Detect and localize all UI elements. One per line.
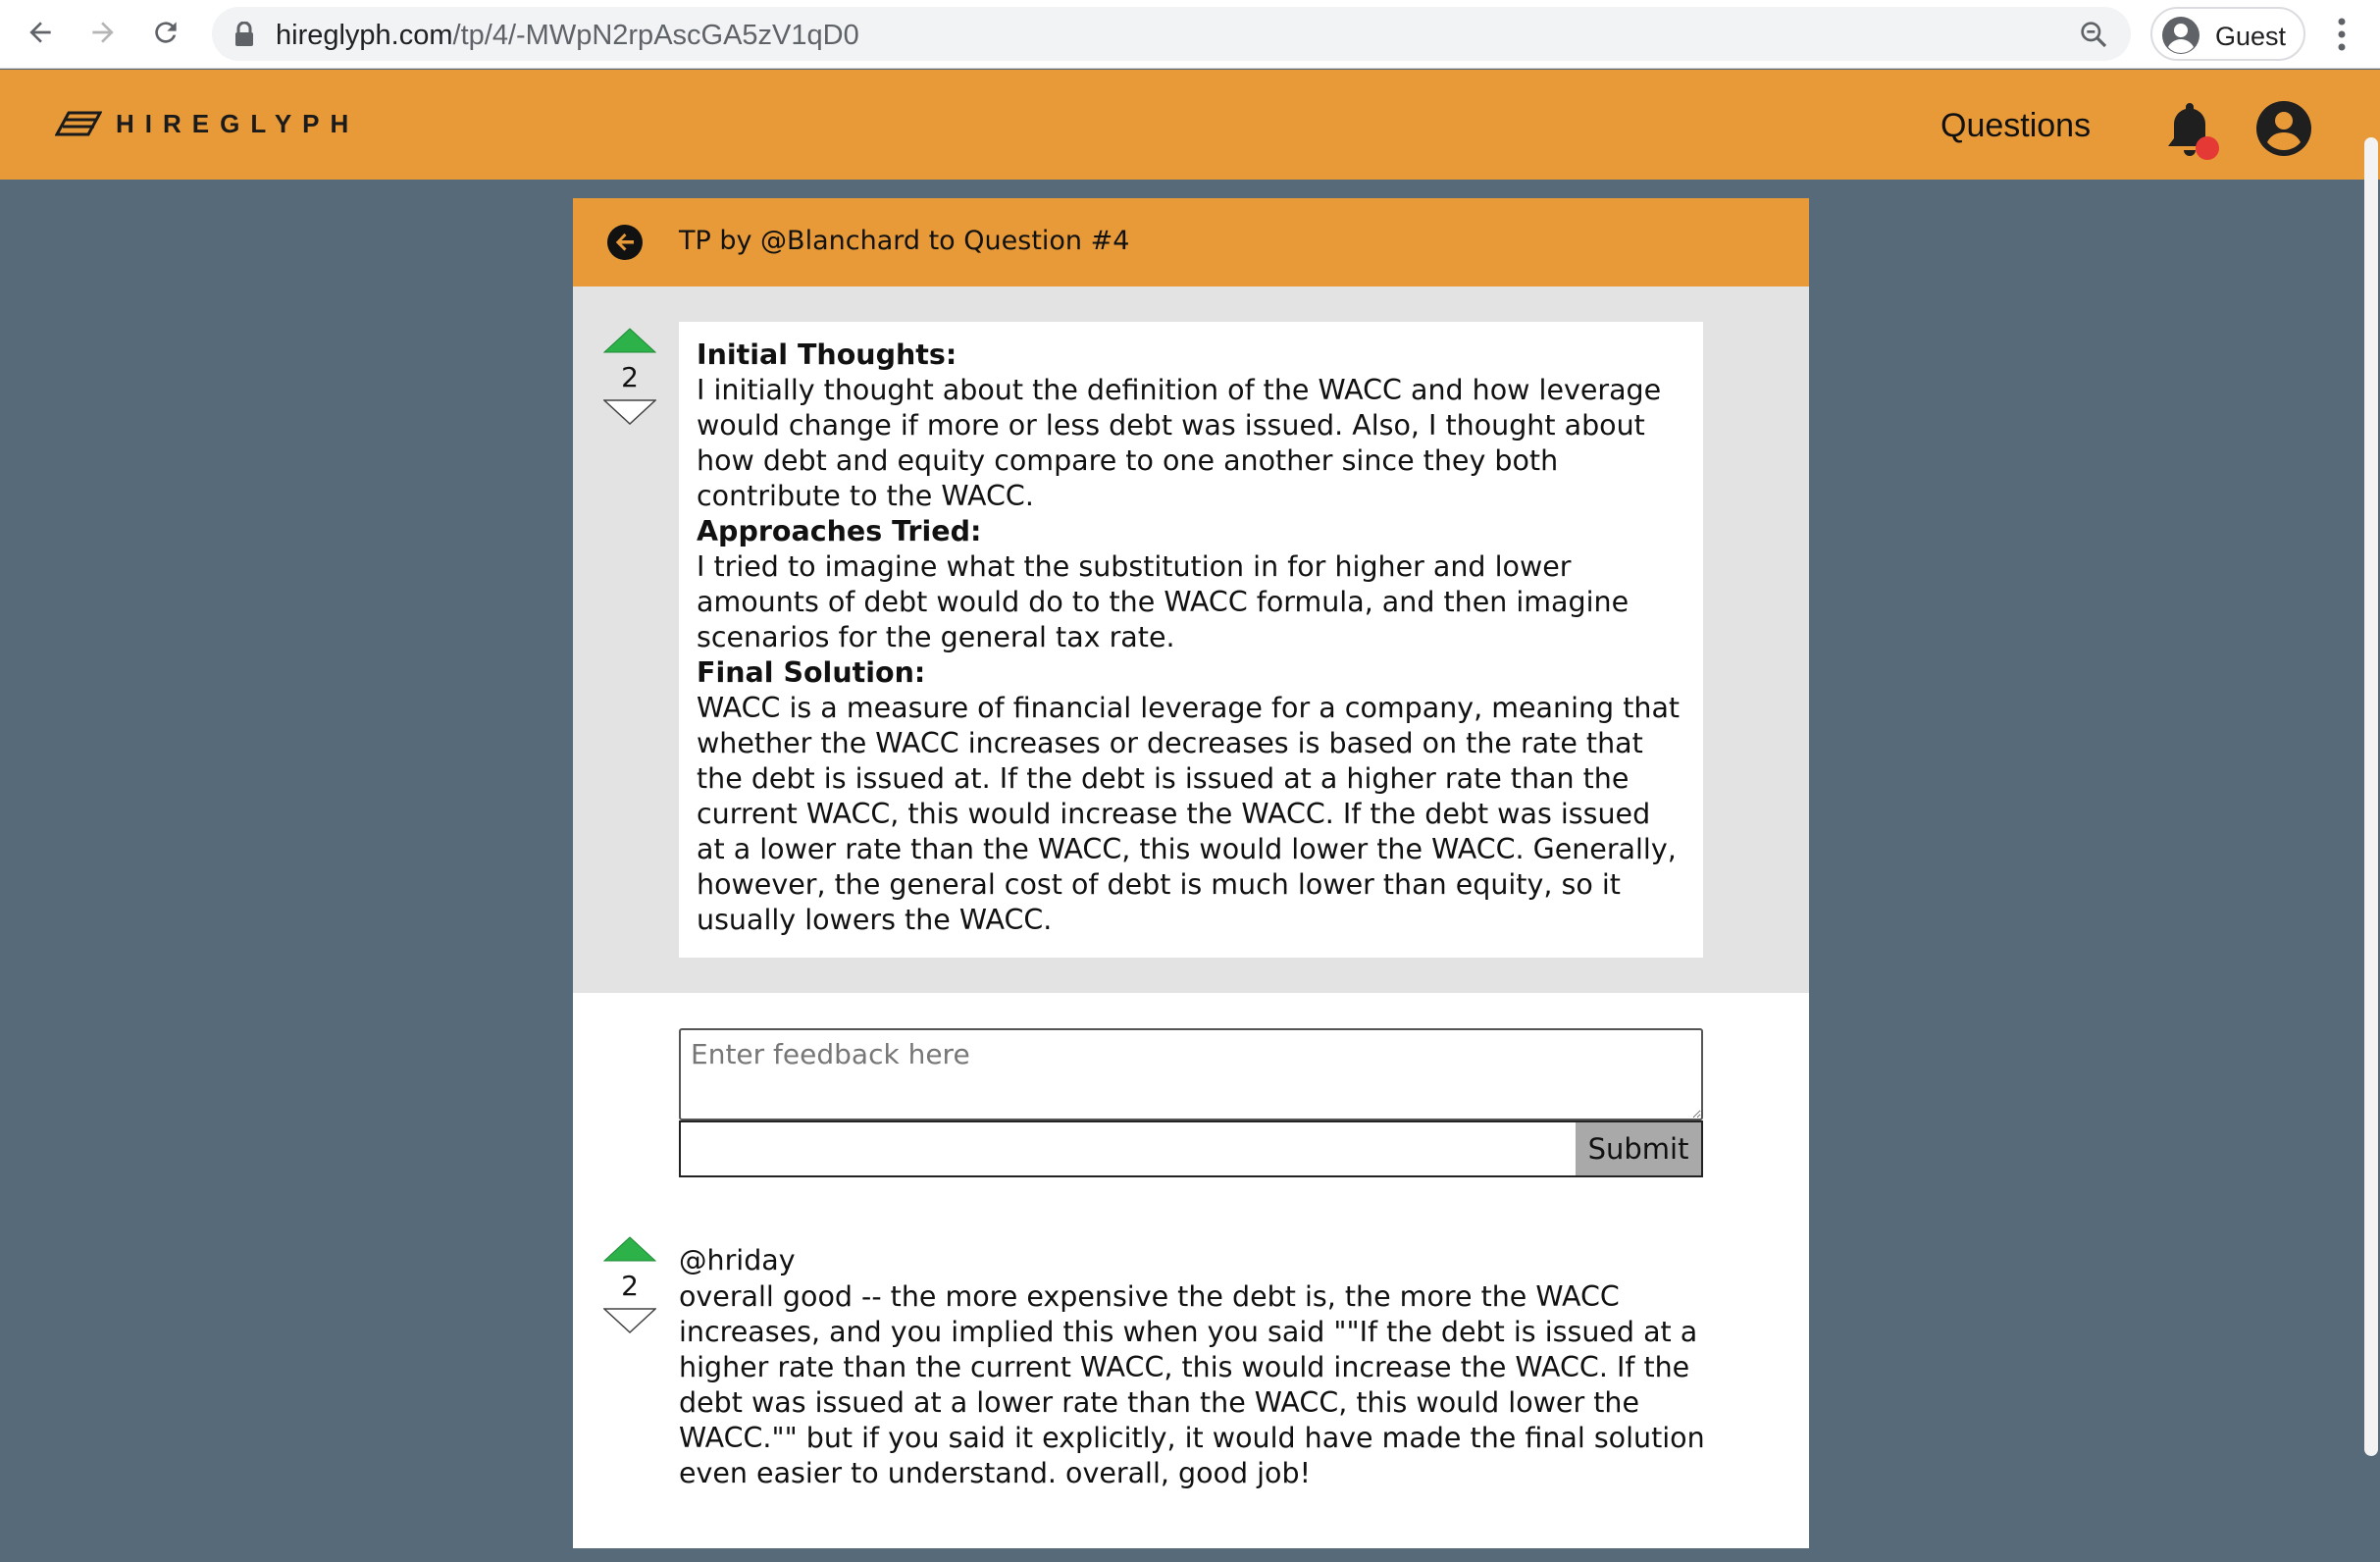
section-heading-approaches-tried: Approaches Tried:: [697, 515, 982, 547]
url-text: hireglyph.com/tp/4/-MWpN2rpAscGA5zV1qD0: [276, 20, 859, 52]
downvote-triangle-icon[interactable]: [603, 1308, 656, 1333]
upvote-triangle-icon[interactable]: [603, 328, 656, 353]
zoom-icon[interactable]: [2078, 19, 2109, 50]
account-circle-icon: [2162, 17, 2199, 54]
back-arrow-circle-icon[interactable]: [606, 224, 644, 261]
browser-back-button[interactable]: [18, 10, 63, 55]
browser-reload-button[interactable]: [143, 10, 188, 55]
tp-card: TP by @Blanchard to Question #4 2 Initia…: [573, 198, 1809, 1548]
comment-author: @hriday: [679, 1244, 796, 1276]
address-bar[interactable]: hireglyph.com/tp/4/-MWpN2rpAscGA5zV1qD0: [212, 7, 2131, 61]
upvote-triangle-icon[interactable]: [603, 1236, 656, 1262]
feedback-input[interactable]: [679, 1028, 1703, 1120]
downvote-triangle-icon[interactable]: [603, 399, 656, 425]
browser-toolbar: hireglyph.com/tp/4/-MWpN2rpAscGA5zV1qD0 …: [0, 0, 2380, 69]
comment-vote-widget: 2: [600, 1236, 659, 1333]
browser-forward-button[interactable]: [80, 10, 126, 55]
submit-row: Submit: [679, 1120, 1703, 1177]
user-avatar-icon[interactable]: [2254, 99, 2313, 158]
lock-icon: [235, 22, 253, 46]
site-logo[interactable]: HIREGLYPH: [55, 107, 359, 140]
app-header: HIREGLYPH Questions: [0, 70, 2380, 180]
tp-vote-count: 2: [621, 361, 639, 393]
hireglyph-logo-icon: [55, 111, 102, 136]
section-heading-initial-thoughts: Initial Thoughts:: [697, 338, 957, 371]
tp-vote-widget: 2: [600, 328, 659, 425]
profile-chip[interactable]: Guest: [2150, 7, 2305, 61]
comment-vote-count: 2: [621, 1270, 639, 1302]
card-header: TP by @Blanchard to Question #4: [573, 198, 1809, 286]
nav-questions-link[interactable]: Questions: [1940, 107, 2091, 145]
section-text-final-solution: WACC is a measure of financial leverage …: [697, 692, 1681, 936]
profile-label: Guest: [2215, 22, 2287, 51]
kebab-menu-icon[interactable]: [2327, 14, 2356, 55]
comment-text: overall good -- the more expensive the d…: [679, 1280, 1705, 1489]
section-text-initial-thoughts: I initially thought about the definition…: [697, 374, 1662, 512]
page-scrollbar-thumb[interactable]: [2364, 137, 2378, 1456]
tp-content: Initial Thoughts: I initially thought ab…: [679, 322, 1703, 958]
section-text-approaches-tried: I tried to imagine what the substitution…: [697, 550, 1630, 653]
card-title: TP by @Blanchard to Question #4: [679, 226, 1130, 256]
reload-icon: [155, 22, 177, 43]
arrow-right-icon: [92, 22, 114, 43]
tp-section: 2 Initial Thoughts: I initially thought …: [573, 286, 1809, 993]
url-domain: hireglyph.com: [276, 20, 453, 51]
url-path: /tp/4/-MWpN2rpAscGA5zV1qD0: [452, 20, 859, 51]
logo-wordmark: HIREGLYPH: [116, 108, 360, 138]
submit-button[interactable]: Submit: [1576, 1122, 1701, 1175]
notification-badge: [2196, 136, 2219, 160]
section-heading-final-solution: Final Solution:: [697, 656, 926, 689]
arrow-left-icon: [29, 22, 51, 43]
